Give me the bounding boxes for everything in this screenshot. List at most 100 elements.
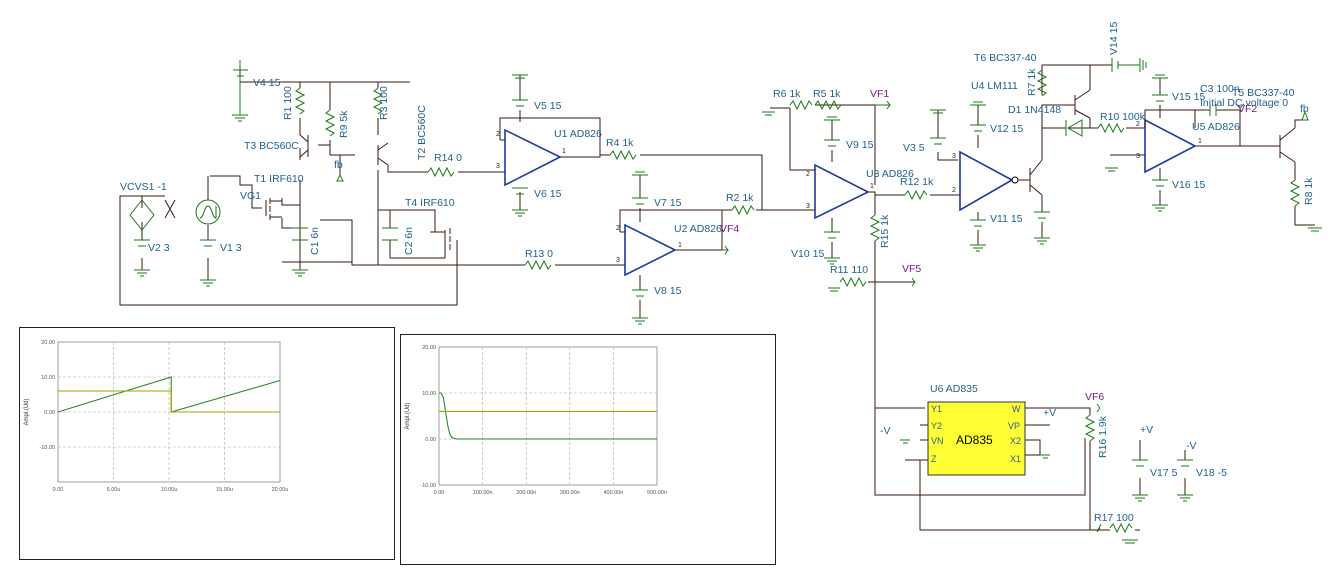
pin-vp: VP [1008,421,1020,431]
r6-resistor [789,99,813,111]
x-tick-label: 10.00u [161,487,178,493]
v17-battery [1132,459,1148,467]
label-t2: T2 BC560C [416,105,428,160]
r2-resistor [731,204,755,216]
label-v6: V6 15 [534,188,562,200]
label-r8: R8 1k [1303,177,1315,205]
v10-battery [824,231,840,239]
u2-opamp [624,223,677,277]
pin-x1: X1 [1010,454,1021,464]
t3-transistor [299,134,309,158]
label-v14: V14 15 [1108,22,1120,55]
y-axis-label: Ampl.(Ud) [24,398,30,425]
svg-text:1: 1 [870,183,874,190]
label-u5: U5 AD826 [1192,121,1240,133]
u3-opamp [814,163,870,220]
x-tick-label: 300.00n [560,490,580,496]
x-tick-label: 5.00u [107,487,121,493]
label-vneg1: -V [880,425,891,437]
label-v9: V9 15 [846,139,874,151]
label-r2: R2 1k [726,192,754,204]
r8-resistor [1289,179,1301,207]
label-t3: T3 BC560C [244,140,299,152]
label-r6: R6 1k [773,88,801,100]
label-u1: U1 AD826 [554,128,602,140]
svg-text:3: 3 [952,153,956,160]
label-vpos2: +V [1140,424,1153,436]
label-u4: U4 LM111 [971,80,1018,92]
label-u2: U2 AD826 [674,223,722,235]
label-u6: U6 AD835 [930,383,978,395]
r10-resistor [1097,122,1125,134]
label-r13: R13 0 [525,248,553,260]
v3-battery [930,137,946,145]
label-vf2: VF2 [1238,103,1257,115]
v9-battery [824,139,840,147]
label-v7: V7 15 [654,197,682,209]
label-t5: T5 BC337-40 [1232,87,1295,99]
svg-text:1: 1 [678,242,682,249]
label-t1: T1 IRF610 [254,173,304,185]
label-v4: V4 15 [253,77,281,89]
label-r3: R3 100 [378,86,390,120]
pin-z: Z [931,454,937,464]
svg-text:2: 2 [806,171,810,178]
label-t4: T4 IRF610 [405,197,455,209]
y-tick-label: -10.00 [39,445,55,451]
label-fb2: fb [1300,103,1309,115]
x-tick-label: 100.00n [473,490,493,496]
v7-battery [632,197,648,205]
label-r15: R15 1k [879,214,891,248]
svg-text:3: 3 [1136,153,1140,160]
label-v12: V12 15 [990,123,1023,135]
r17-resistor [1109,522,1133,534]
svg-text:2: 2 [616,225,620,232]
r13-resistor [524,259,552,271]
label-r14: R14 0 [434,152,462,164]
label-c1: C1 6n [309,227,321,255]
svg-text:1: 1 [562,148,566,155]
label-v1: V1 3 [220,242,242,254]
y-tick-label: 20.00 [41,340,55,346]
t1-mosfet [265,198,282,220]
v15-battery [1152,94,1168,102]
u4-comparator [959,150,1014,212]
label-c2: C2 6n [403,227,415,255]
label-vpos1: +V [1043,407,1056,419]
v18-battery [1177,459,1193,467]
v11-battery [970,219,986,227]
label-r9: R9 5k [338,110,350,138]
r14-resistor [427,166,455,178]
y-tick-label: -10.00 [420,483,436,489]
label-v18: V18 -5 [1196,467,1227,479]
label-r7: R7 1k [1026,68,1038,96]
y-tick-label: 0.00 [44,410,55,416]
pin-x2: X2 [1010,436,1021,446]
r12-resistor [904,189,928,201]
svg-text:3: 3 [806,203,810,210]
t2-transistor [377,142,389,166]
label-r11: R11 110 [830,264,868,276]
t4-mosfet [444,228,451,250]
svg-text:1: 1 [1198,138,1202,145]
y-tick-label: 10.00 [422,391,436,397]
plot-2-svg: 0.00 100.00n 200.00n 300.00n 400.00n 500.00n 2… [405,345,667,496]
u2-opamp-group [619,171,800,325]
label-v5: V5 15 [534,100,562,112]
r1-resistor [294,87,306,115]
label-r17: R17 100 [1094,512,1134,524]
y-tick-label: 0.00 [425,437,436,443]
x-tick-label: 500.00n [647,490,667,496]
label-vf4: VF4 [720,223,739,235]
label-vg1: VG1 [240,190,261,202]
pin-y2: Y2 [931,421,942,431]
svg-text:3: 3 [496,163,500,170]
label-v16: V16 15 [1172,179,1205,191]
pin-w: W [1012,404,1021,414]
v12-battery [970,124,986,132]
label-vf6: VF6 [1085,391,1104,403]
label-r4: R4 1k [606,137,634,149]
label-r12: R12 1k [900,176,934,188]
x-tick-label: 200.00n [516,490,536,496]
pin-vn: VN [931,436,944,446]
